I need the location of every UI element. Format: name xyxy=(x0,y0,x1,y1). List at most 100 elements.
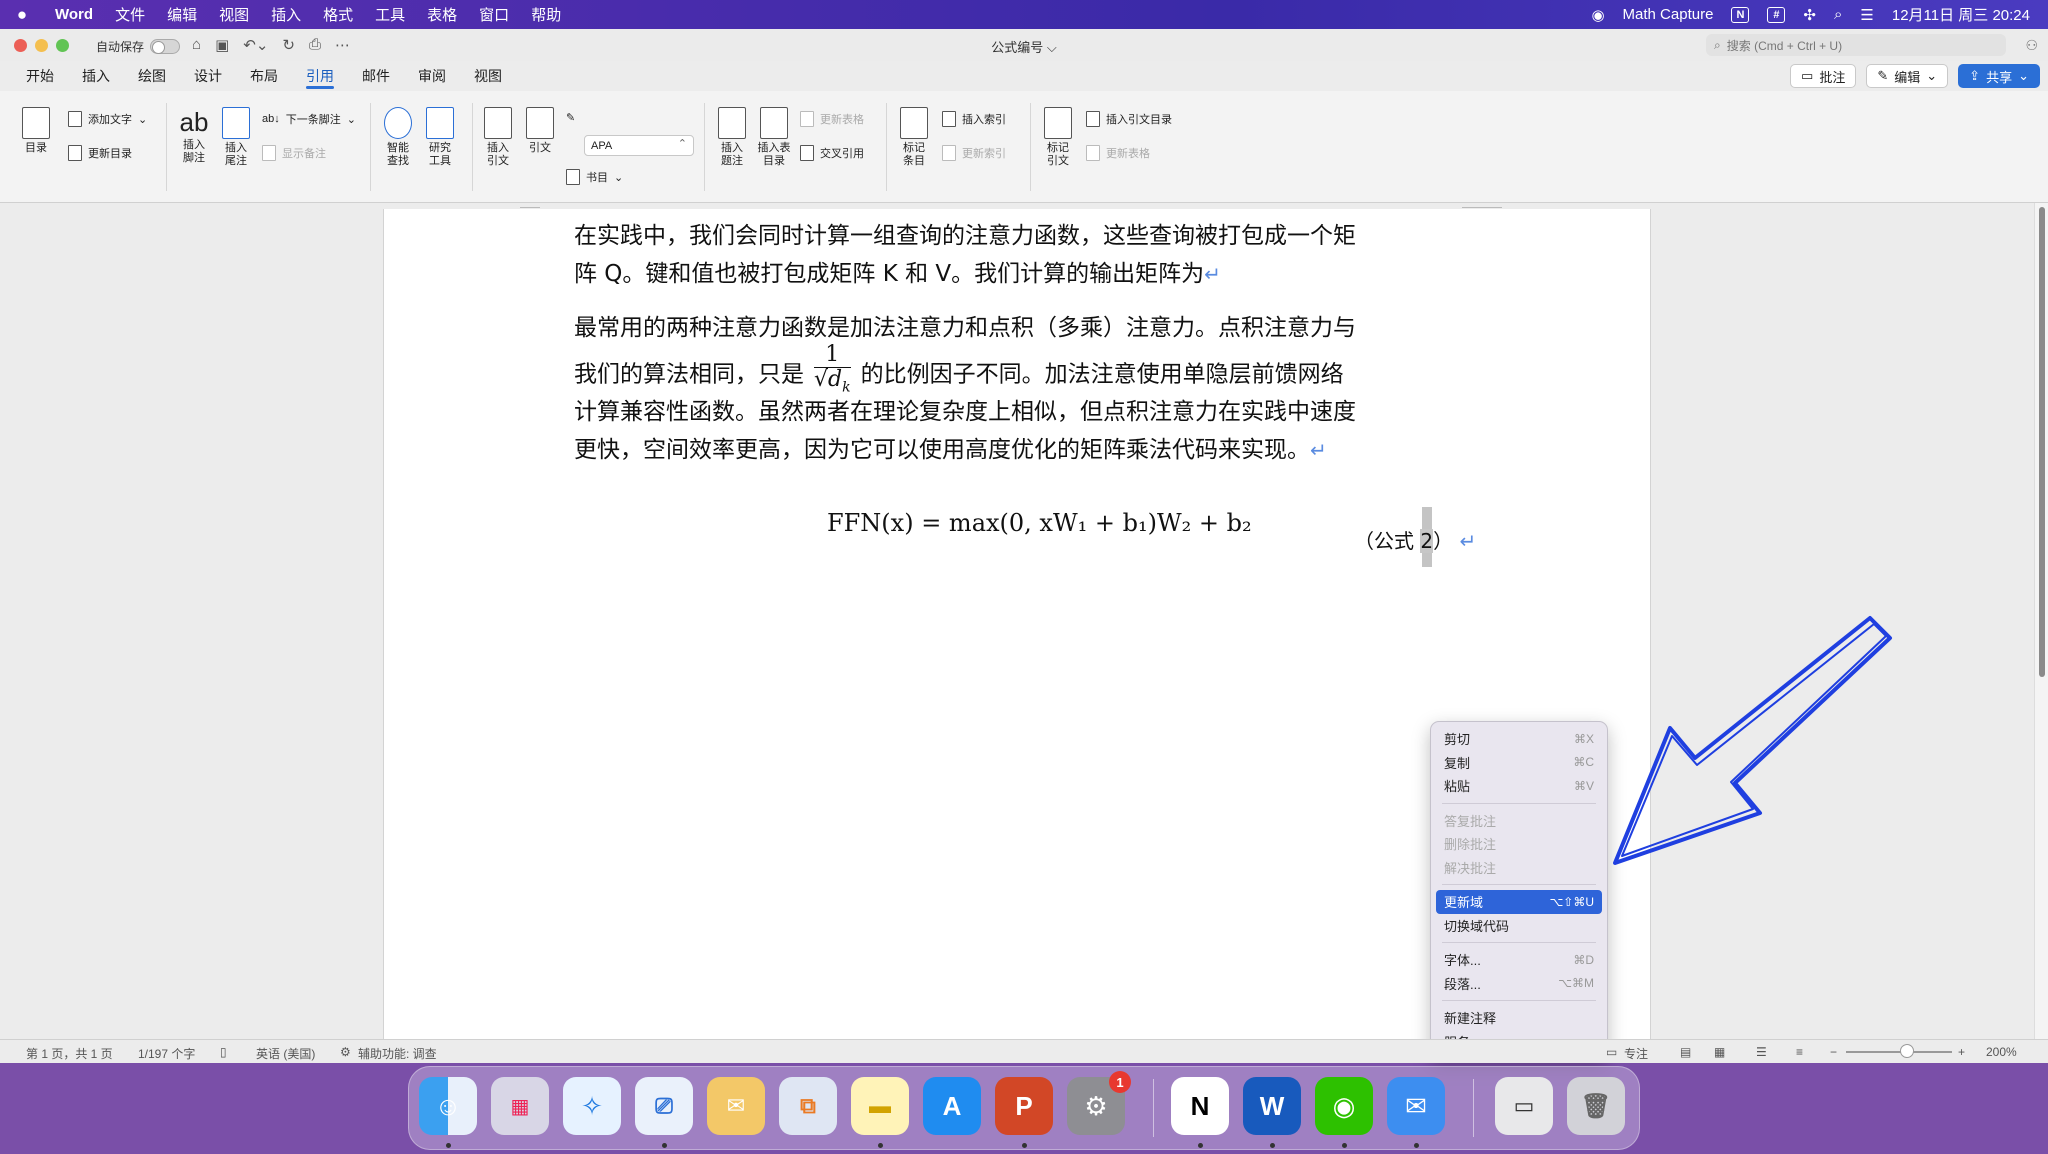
control-center-icon[interactable]: ☰ xyxy=(1860,6,1873,24)
wechat-status-icon[interactable]: ◉ xyxy=(1591,6,1604,24)
update-toc-button[interactable]: 更新目录 xyxy=(68,145,132,161)
menu-item-reply-comment[interactable]: 答复批注 xyxy=(1436,809,1602,833)
menu-file[interactable]: 文件 xyxy=(104,4,156,25)
menu-window[interactable]: 窗口 xyxy=(468,4,520,25)
web-layout-icon[interactable]: ▦ xyxy=(1714,1045,1725,1059)
focus-mode-button[interactable]: 专注 xyxy=(1624,1045,1648,1062)
menu-item-font[interactable]: 字体... ⌘D xyxy=(1436,948,1602,972)
safari-icon[interactable]: ✧ xyxy=(563,1077,621,1135)
notion-icon[interactable]: N xyxy=(1171,1077,1229,1135)
zoom-level[interactable]: 200% xyxy=(1986,1045,2017,1059)
word-count[interactable]: 1/197 个字 xyxy=(138,1045,195,1062)
update-table-button[interactable]: 更新表格 xyxy=(800,111,864,127)
vertical-scrollbar[interactable] xyxy=(2034,203,2048,1039)
proofing-icon[interactable]: ▯ xyxy=(220,1045,227,1059)
editing-button[interactable]: ✎ 编辑 ⌄ xyxy=(1866,64,1949,88)
insert-citation-button[interactable]: 插入 引文 xyxy=(480,107,516,168)
menu-edit[interactable]: 编辑 xyxy=(156,4,208,25)
zoom-out-icon[interactable]: − xyxy=(1830,1045,1837,1059)
zoom-in-icon[interactable]: + xyxy=(1958,1045,1965,1059)
menu-item-resolve-comment[interactable]: 解决批注 xyxy=(1436,856,1602,880)
page-count[interactable]: 第 1 页，共 1 页 xyxy=(26,1045,113,1062)
outline-view-icon[interactable]: ☰ xyxy=(1756,1045,1767,1059)
insert-endnote-button[interactable]: 插入 尾注 xyxy=(218,107,254,168)
menu-insert[interactable]: 插入 xyxy=(260,4,312,25)
network-status-icon[interactable]: ✣ xyxy=(1803,6,1816,24)
bibliography-button[interactable]: 书目 ⌄ xyxy=(566,169,623,185)
menu-tools[interactable]: 工具 xyxy=(364,4,416,25)
notes-icon[interactable]: ▬ xyxy=(851,1077,909,1135)
insert-caption-button[interactable]: 插入 题注 xyxy=(714,107,750,168)
print-layout-icon[interactable]: ▤ xyxy=(1680,1045,1691,1059)
accessibility-status[interactable]: 辅助功能: 调查 xyxy=(358,1045,437,1062)
language-indicator[interactable]: 英语 (美国) xyxy=(256,1045,315,1062)
draft-view-icon[interactable]: ≡ xyxy=(1796,1045,1803,1059)
menu-item-copy[interactable]: 复制 ⌘C xyxy=(1436,751,1602,775)
app-store-icon[interactable]: A xyxy=(923,1077,981,1135)
spotlight-search-icon[interactable]: ⌕ xyxy=(1834,6,1842,23)
account-icon[interactable]: ⚇ xyxy=(2025,37,2038,54)
comments-button[interactable]: ▭ 批注 xyxy=(1790,64,1857,88)
citation-style-select[interactable]: APA xyxy=(584,135,694,156)
share-button[interactable]: ⇪ 共享 ⌄ xyxy=(1958,64,2040,88)
mail-icon[interactable]: ✉ xyxy=(1387,1077,1445,1135)
menu-item-delete-comment[interactable]: 删除批注 xyxy=(1436,832,1602,856)
next-footnote-button[interactable]: ab↓ 下一条脚注 ⌄ xyxy=(262,111,356,127)
menu-item-new-comment[interactable]: 新建注释 xyxy=(1436,1006,1602,1030)
paragraph-2[interactable]: 最常用的两种注意力函数是加法注意力和点积（多乘）注意力。点积注意力与 我们的算法… xyxy=(574,309,1450,469)
tab-view[interactable]: 视图 xyxy=(460,61,516,91)
menubar-datetime[interactable]: 12月11日 周三 20:24 xyxy=(1892,4,2030,25)
mark-citation-button[interactable]: 标记 引文 xyxy=(1040,107,1076,168)
system-settings-icon[interactable]: ⚙ 1 xyxy=(1067,1071,1131,1135)
apple-menu-icon[interactable]: ● xyxy=(0,5,44,25)
menu-item-paste[interactable]: 粘贴 ⌘V xyxy=(1436,774,1602,798)
menu-item-update-field[interactable]: 更新域 ⌥⇧⌘U xyxy=(1436,890,1602,914)
insert-index-button[interactable]: 插入索引 xyxy=(942,111,1006,127)
menu-word[interactable]: Word xyxy=(44,6,104,23)
insert-table-of-figures-button[interactable]: 插入表 目录 xyxy=(754,107,794,168)
tab-mailings[interactable]: 邮件 xyxy=(348,61,404,91)
cross-reference-button[interactable]: 交叉引用 xyxy=(800,145,864,161)
menu-view[interactable]: 视图 xyxy=(208,4,260,25)
tab-insert[interactable]: 插入 xyxy=(68,61,124,91)
search-input[interactable]: ⌕ 搜索 (Cmd + Ctrl + U) xyxy=(1706,34,2006,56)
menu-format[interactable]: 格式 xyxy=(312,4,364,25)
zoom-slider-knob[interactable] xyxy=(1900,1044,1914,1058)
finder-icon[interactable]: ☺ xyxy=(419,1077,477,1135)
paragraph-1[interactable]: 在实践中，我们会同时计算一组查询的注意力函数，这些查询被打包成一个矩 阵 Q。键… xyxy=(574,217,1450,293)
insert-footnote-button[interactable]: ab 插入 脚注 xyxy=(176,105,212,165)
menu-item-cut[interactable]: 剪切 ⌘X xyxy=(1436,727,1602,751)
tab-design[interactable]: 设计 xyxy=(180,61,236,91)
menu-table[interactable]: 表格 xyxy=(416,4,468,25)
citation-button[interactable]: 引文 xyxy=(522,107,558,155)
menu-item-toggle-field-codes[interactable]: 切换域代码 xyxy=(1436,914,1602,938)
trash-icon[interactable]: 🗑 xyxy=(1567,1077,1625,1135)
update-index-button[interactable]: 更新索引 xyxy=(942,145,1006,161)
tab-review[interactable]: 审阅 xyxy=(404,61,460,91)
mark-entry-button[interactable]: 标记 条目 xyxy=(896,107,932,168)
launchpad-icon[interactable]: ▦ xyxy=(491,1077,549,1135)
wechat-icon[interactable]: ◉ xyxy=(1315,1077,1373,1135)
preview-icon[interactable]: ✉ xyxy=(707,1077,765,1135)
equation-label[interactable]: （公式 2） ↵ xyxy=(1354,525,1476,554)
smart-lookup-button[interactable]: 智能 查找 xyxy=(380,107,416,168)
ffn-equation[interactable]: FFN(x) = max(0, xW₁ + b₁)W₂ + b₂ xyxy=(827,509,1252,537)
menu-help[interactable]: 帮助 xyxy=(520,4,572,25)
add-text-button[interactable]: 添加文字 ⌄ xyxy=(68,111,147,127)
tab-layout[interactable]: 布局 xyxy=(236,61,292,91)
zoom-slider[interactable] xyxy=(1846,1051,1952,1053)
grid-status-icon[interactable]: # xyxy=(1767,6,1786,23)
tab-home[interactable]: 开始 xyxy=(12,61,68,91)
update-toa-button[interactable]: 更新表格 xyxy=(1086,145,1150,161)
word-icon[interactable]: W xyxy=(1243,1077,1301,1135)
powerpoint-icon[interactable]: P xyxy=(995,1077,1053,1135)
insert-toa-button[interactable]: 插入引文目录 xyxy=(1086,111,1172,127)
stage-manager-icon[interactable]: ⧉ xyxy=(779,1077,837,1135)
toc-button[interactable]: 目录 xyxy=(14,107,58,155)
show-notes-button[interactable]: 显示备注 xyxy=(262,145,326,161)
scrollbar-thumb[interactable] xyxy=(2039,207,2045,677)
tab-draw[interactable]: 绘图 xyxy=(124,61,180,91)
notion-status-icon[interactable]: N xyxy=(1731,6,1750,23)
window-icon[interactable]: ▭ xyxy=(1495,1077,1553,1135)
tab-references[interactable]: 引用 xyxy=(292,61,348,91)
